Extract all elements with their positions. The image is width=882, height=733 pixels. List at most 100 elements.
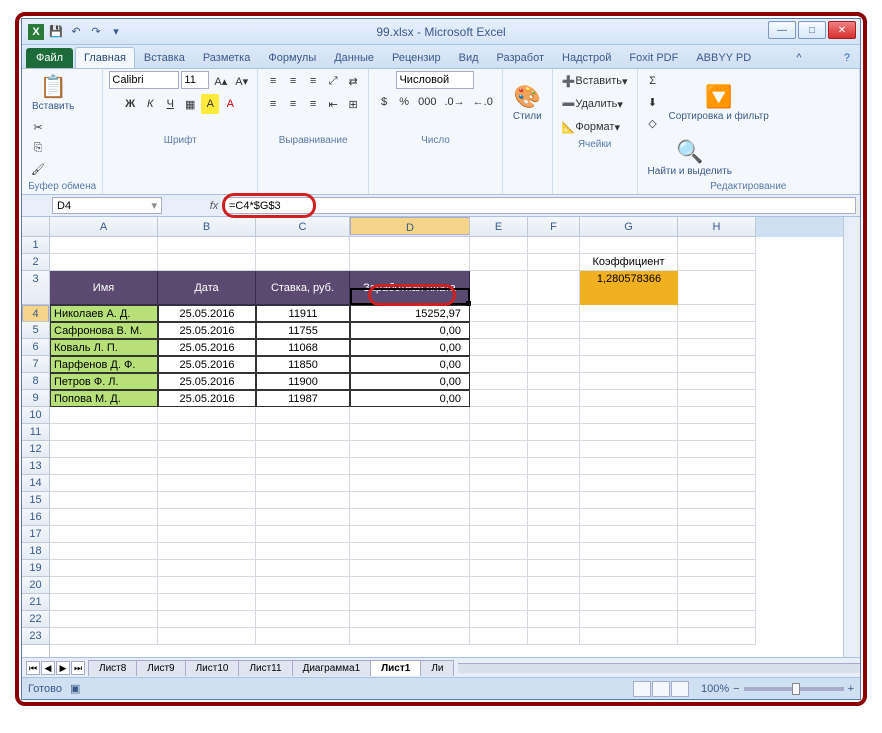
- fill-icon[interactable]: ⬇: [644, 92, 662, 112]
- redo-icon[interactable]: ↷: [88, 24, 104, 40]
- row-header-18[interactable]: 18: [22, 543, 49, 560]
- col-header-F[interactable]: F: [528, 217, 580, 236]
- tab-view[interactable]: Вид: [450, 47, 488, 68]
- salary-cell-1[interactable]: 0,00: [350, 322, 470, 339]
- orientation-icon[interactable]: ⤢: [324, 71, 342, 91]
- col-header-A[interactable]: A: [50, 217, 158, 236]
- row-header-8[interactable]: 8: [22, 373, 49, 390]
- row-header-16[interactable]: 16: [22, 509, 49, 526]
- border-icon[interactable]: ▦: [181, 94, 199, 114]
- tab-layout[interactable]: Разметка: [194, 47, 260, 68]
- align-bottom-icon[interactable]: ≡: [304, 71, 322, 91]
- sheet-tab-Лист9[interactable]: Лист9: [136, 660, 185, 676]
- page-layout-view-icon[interactable]: [652, 681, 670, 697]
- align-left-icon[interactable]: ≡: [264, 94, 282, 114]
- tab-developer[interactable]: Разработ: [488, 47, 553, 68]
- name-cell-5[interactable]: Попова М. Д.: [50, 390, 158, 407]
- close-button[interactable]: ✕: [828, 21, 856, 39]
- table-header-0[interactable]: Имя: [50, 271, 158, 305]
- tab-foxit[interactable]: Foxit PDF: [620, 47, 687, 68]
- salary-cell-4[interactable]: 0,00: [350, 373, 470, 390]
- rate-cell-1[interactable]: 11755: [256, 322, 350, 339]
- row-header-5[interactable]: 5: [22, 322, 49, 339]
- date-cell-5[interactable]: 25.05.2016: [158, 390, 256, 407]
- align-center-icon[interactable]: ≡: [284, 94, 302, 114]
- name-cell-0[interactable]: Николаев А. Д.: [50, 305, 158, 322]
- zoom-out-button[interactable]: −: [733, 683, 739, 695]
- table-header-3[interactable]: Заработная плата: [350, 271, 470, 305]
- save-icon[interactable]: 💾: [48, 24, 64, 40]
- sheet-tab-Лист1[interactable]: Лист1: [370, 660, 421, 676]
- tab-addins[interactable]: Надстрой: [553, 47, 620, 68]
- format-painter-icon[interactable]: 🖌: [28, 159, 48, 179]
- percent-icon[interactable]: %: [395, 92, 413, 112]
- salary-cell-5[interactable]: 0,00: [350, 390, 470, 407]
- tab-formulas[interactable]: Формулы: [259, 47, 325, 68]
- sheet-nav-prev[interactable]: ◀: [41, 661, 55, 675]
- rate-cell-5[interactable]: 11987: [256, 390, 350, 407]
- sheet-tab-Лист11[interactable]: Лист11: [238, 660, 292, 676]
- row-header-10[interactable]: 10: [22, 407, 49, 424]
- row-header-21[interactable]: 21: [22, 594, 49, 611]
- rate-cell-3[interactable]: 11850: [256, 356, 350, 373]
- minimize-button[interactable]: —: [768, 21, 796, 39]
- decrease-decimal-icon[interactable]: ←.0: [470, 92, 496, 112]
- sheet-nav-next[interactable]: ▶: [56, 661, 70, 675]
- name-cell-4[interactable]: Петров Ф. Л.: [50, 373, 158, 390]
- select-all-corner[interactable]: [22, 217, 50, 237]
- delete-cells-button[interactable]: ➖ Удалить ▾: [559, 94, 626, 114]
- col-header-E[interactable]: E: [470, 217, 528, 236]
- row-header-4[interactable]: 4: [22, 305, 49, 322]
- row-header-22[interactable]: 22: [22, 611, 49, 628]
- name-cell-2[interactable]: Коваль Л. П.: [50, 339, 158, 356]
- date-cell-2[interactable]: 25.05.2016: [158, 339, 256, 356]
- row-header-1[interactable]: 1: [22, 237, 49, 254]
- row-header-13[interactable]: 13: [22, 458, 49, 475]
- align-middle-icon[interactable]: ≡: [284, 71, 302, 91]
- zoom-in-button[interactable]: +: [848, 683, 854, 695]
- ribbon-minimize-icon[interactable]: ^: [790, 48, 807, 68]
- fill-color-icon[interactable]: A: [201, 94, 219, 114]
- font-name-select[interactable]: [109, 71, 179, 89]
- find-select-button[interactable]: 🔍 Найти и выделить: [644, 136, 736, 179]
- rate-cell-2[interactable]: 11068: [256, 339, 350, 356]
- zoom-level[interactable]: 100%: [701, 683, 729, 695]
- undo-icon[interactable]: ↶: [68, 24, 84, 40]
- cut-icon[interactable]: ✂: [28, 117, 48, 137]
- sheet-tab-Лист8[interactable]: Лист8: [88, 660, 137, 676]
- col-header-H[interactable]: H: [678, 217, 756, 236]
- increase-decimal-icon[interactable]: .0→: [441, 92, 467, 112]
- coef-label-cell[interactable]: Коэффициент: [580, 254, 678, 271]
- sheet-tab-Диаграмма1[interactable]: Диаграмма1: [292, 660, 372, 676]
- rate-cell-0[interactable]: 11911: [256, 305, 350, 322]
- col-header-C[interactable]: C: [256, 217, 350, 236]
- merge-icon[interactable]: ⊞: [344, 94, 362, 114]
- salary-cell-2[interactable]: 0,00: [350, 339, 470, 356]
- row-header-23[interactable]: 23: [22, 628, 49, 645]
- insert-cells-button[interactable]: ➕ Вставить ▾: [559, 71, 631, 91]
- date-cell-1[interactable]: 25.05.2016: [158, 322, 256, 339]
- row-header-7[interactable]: 7: [22, 356, 49, 373]
- macro-icon[interactable]: ▣: [70, 682, 80, 695]
- indent-decrease-icon[interactable]: ⇤: [324, 94, 342, 114]
- tab-data[interactable]: Данные: [325, 47, 383, 68]
- file-tab[interactable]: Файл: [26, 48, 73, 68]
- formula-input[interactable]: =C4*$G$3: [224, 197, 856, 214]
- col-header-B[interactable]: B: [158, 217, 256, 236]
- cells-area[interactable]: КоэффициентИмяДатаСтавка, руб.Заработная…: [50, 237, 843, 657]
- col-header-G[interactable]: G: [580, 217, 678, 236]
- table-header-2[interactable]: Ставка, руб.: [256, 271, 350, 305]
- zoom-slider[interactable]: [744, 687, 844, 691]
- align-right-icon[interactable]: ≡: [304, 94, 322, 114]
- paste-button[interactable]: 📋 Вставить: [28, 71, 78, 114]
- font-size-select[interactable]: [181, 71, 209, 89]
- sheet-nav-last[interactable]: ⏭: [71, 661, 85, 675]
- wrap-text-icon[interactable]: ⇄: [344, 71, 362, 91]
- tab-review[interactable]: Рецензир: [383, 47, 450, 68]
- page-break-view-icon[interactable]: [671, 681, 689, 697]
- row-header-6[interactable]: 6: [22, 339, 49, 356]
- grow-font-icon[interactable]: A▴: [211, 71, 230, 91]
- sort-filter-button[interactable]: 🔽 Сортировка и фильтр: [665, 81, 773, 124]
- copy-icon[interactable]: ⎘: [28, 138, 48, 158]
- row-header-2[interactable]: 2: [22, 254, 49, 271]
